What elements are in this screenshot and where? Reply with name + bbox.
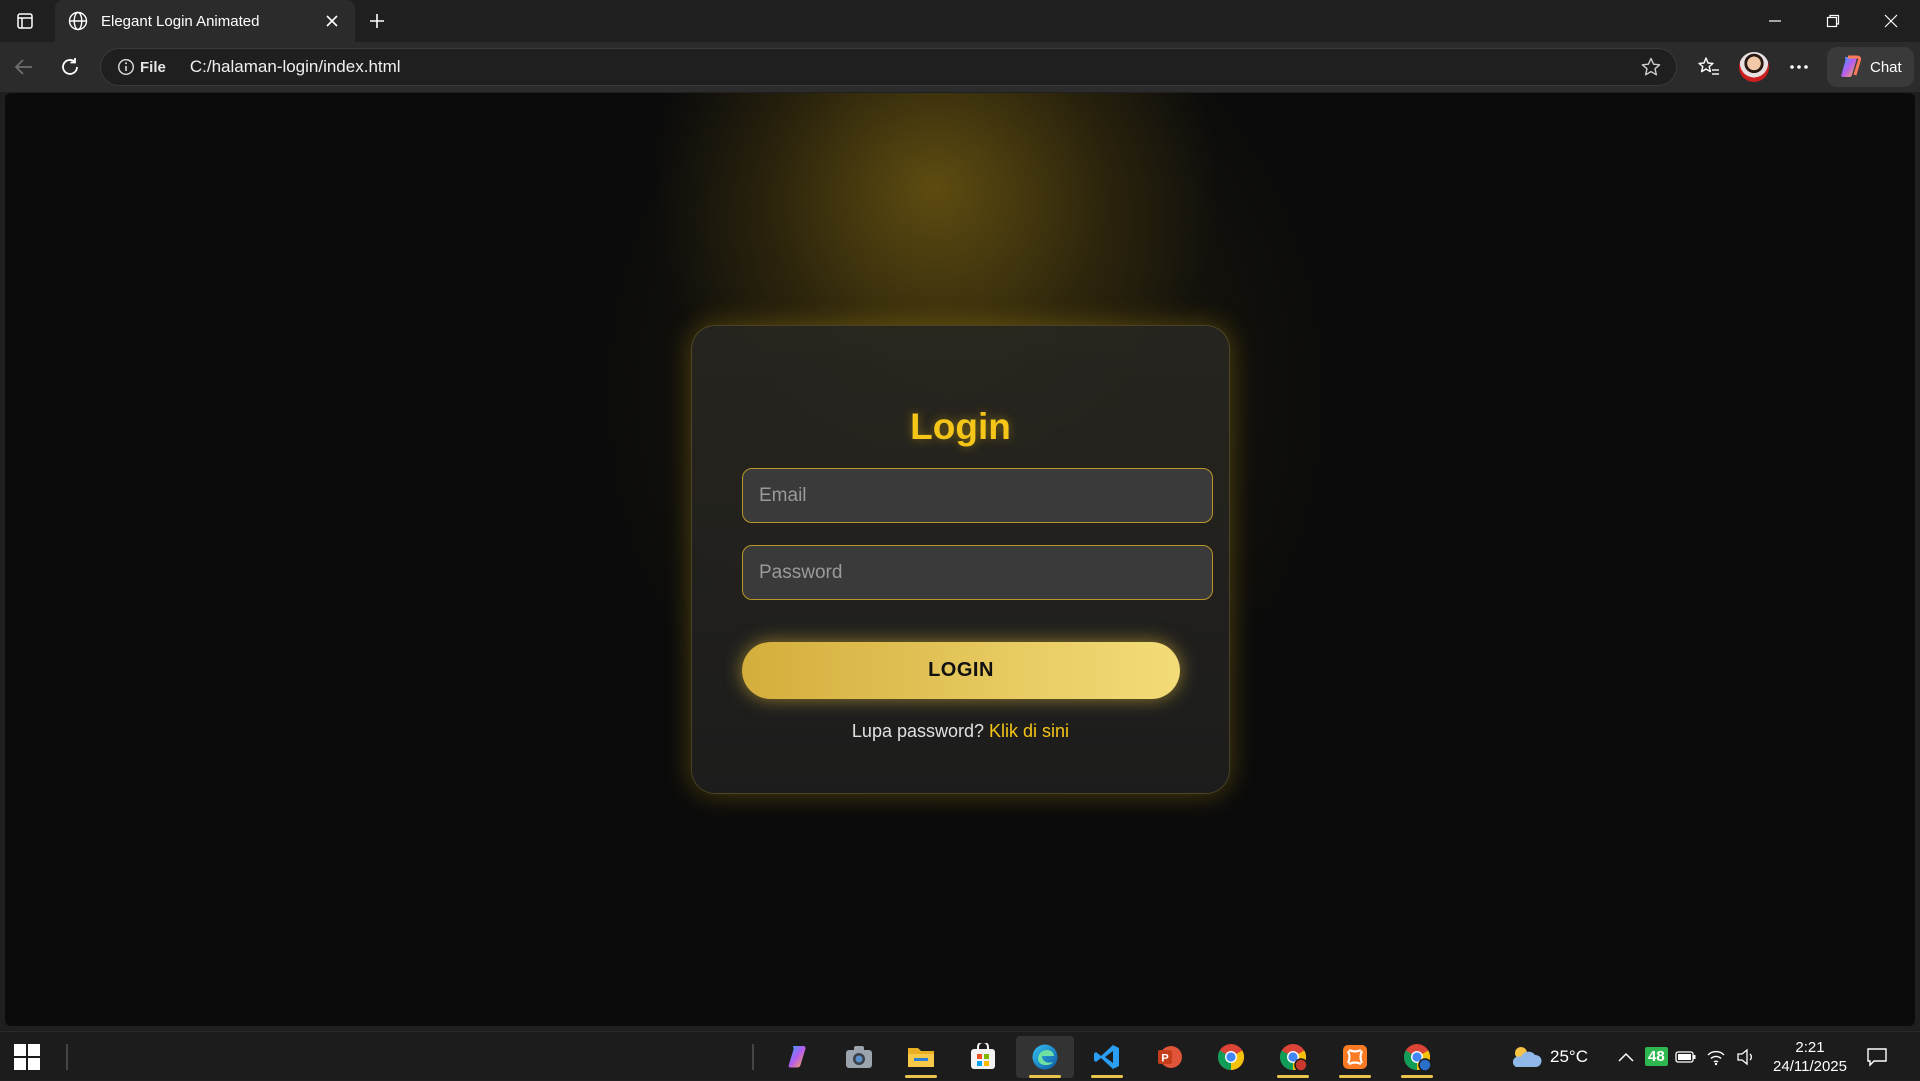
- browser-toolbar: File C:/halaman-login/index.html Chat: [0, 42, 1920, 92]
- taskbar-app-store[interactable]: [954, 1036, 1012, 1078]
- back-button[interactable]: [8, 51, 40, 83]
- windows-logo-icon: [28, 1044, 40, 1056]
- windows-logo-icon: [28, 1058, 40, 1070]
- taskbar-app-edge[interactable]: [1016, 1036, 1074, 1078]
- network-indicator[interactable]: [1706, 1032, 1726, 1081]
- copilot-chat-button[interactable]: Chat: [1827, 47, 1914, 87]
- taskbar: P 25°C 48 2:21 24/11/2025: [0, 1031, 1920, 1080]
- restore-button[interactable]: [1804, 0, 1862, 42]
- running-indicator: [1401, 1075, 1433, 1078]
- clock-time: 2:21: [1795, 1039, 1825, 1056]
- avatar: [1739, 52, 1769, 82]
- taskbar-app-copilot[interactable]: [769, 1036, 827, 1078]
- weather-cloud-icon: [1508, 1043, 1542, 1071]
- store-icon: [969, 1043, 997, 1071]
- reload-button[interactable]: [54, 51, 86, 83]
- taskbar-app-chrome[interactable]: [1202, 1036, 1260, 1078]
- svg-text:P: P: [1161, 1053, 1168, 1065]
- taskbar-app-file-explorer[interactable]: [892, 1036, 950, 1078]
- taskbar-divider: [752, 1044, 754, 1070]
- favorites-button[interactable]: [1693, 51, 1725, 83]
- globe-icon: [67, 10, 89, 32]
- powerpoint-icon: P: [1155, 1043, 1183, 1071]
- info-icon: [117, 58, 135, 76]
- password-input[interactable]: [742, 545, 1213, 600]
- xampp-icon: [1341, 1043, 1369, 1071]
- address-bar[interactable]: File C:/halaman-login/index.html: [100, 48, 1677, 86]
- tab-close-icon[interactable]: [321, 10, 343, 32]
- tab-bar: Elegant Login Animated: [0, 0, 1920, 42]
- login-button[interactable]: LOGIN: [742, 642, 1180, 699]
- weather-temperature: 25°C: [1550, 1046, 1588, 1066]
- running-indicator: [1029, 1075, 1061, 1078]
- login-card: Login LOGIN Lupa password? Klik di sini: [691, 325, 1230, 794]
- site-info-label: File: [140, 58, 166, 76]
- tray-badge-value: 48: [1645, 1047, 1668, 1066]
- edge-icon: [1030, 1042, 1060, 1072]
- battery-icon: [1675, 1050, 1697, 1064]
- forgot-password-prompt: Lupa password?: [851, 721, 985, 741]
- taskbar-app-powerpoint[interactable]: P: [1140, 1036, 1198, 1078]
- file-explorer-icon: [906, 1044, 936, 1070]
- wifi-icon: [1706, 1048, 1726, 1066]
- refresh-icon: [59, 56, 81, 78]
- taskbar-app-vscode[interactable]: [1078, 1036, 1136, 1078]
- favorite-star-icon[interactable]: [1636, 52, 1666, 82]
- running-indicator: [1277, 1075, 1309, 1078]
- notification-icon: [1866, 1047, 1888, 1067]
- taskbar-app-chrome-profile[interactable]: [1264, 1036, 1322, 1078]
- windows-logo-icon: [14, 1044, 26, 1056]
- restore-icon: [1826, 14, 1840, 28]
- copilot-icon: [784, 1043, 812, 1071]
- system-clock[interactable]: 2:21 24/11/2025: [1768, 1038, 1852, 1076]
- window-close-button[interactable]: [1862, 0, 1920, 42]
- speaker-icon: [1736, 1048, 1756, 1066]
- running-indicator: [1339, 1075, 1371, 1078]
- browser-tab[interactable]: Elegant Login Animated: [55, 0, 355, 42]
- page-content: Login LOGIN Lupa password? Klik di sini: [5, 93, 1915, 1026]
- chat-label: Chat: [1870, 58, 1902, 76]
- chrome-profile-icon: [1278, 1042, 1308, 1072]
- battery-indicator[interactable]: [1675, 1032, 1697, 1081]
- start-button[interactable]: [14, 1044, 40, 1070]
- camera-icon: [844, 1044, 874, 1070]
- plus-icon: [368, 12, 386, 30]
- taskbar-app-camera[interactable]: [830, 1036, 888, 1078]
- vscode-icon: [1093, 1043, 1121, 1071]
- tab-title: Elegant Login Animated: [101, 12, 260, 30]
- close-icon: [1884, 14, 1898, 28]
- forgot-password-text: Lupa password? Klik di sini: [692, 721, 1229, 742]
- minimize-button[interactable]: [1746, 0, 1804, 42]
- chrome-profile-2-icon: [1402, 1042, 1432, 1072]
- profile-button[interactable]: [1738, 51, 1770, 83]
- running-indicator: [1091, 1075, 1123, 1078]
- more-button[interactable]: [1783, 51, 1815, 83]
- arrow-left-icon: [13, 56, 35, 78]
- new-tab-button[interactable]: [362, 8, 392, 34]
- tab-actions-button[interactable]: [10, 8, 40, 34]
- windows-logo-icon: [14, 1058, 26, 1070]
- show-hidden-icons-button[interactable]: [1618, 1032, 1634, 1081]
- email-input[interactable]: [742, 468, 1213, 523]
- taskbar-app-xampp[interactable]: [1326, 1036, 1384, 1078]
- forgot-password-link[interactable]: Klik di sini: [989, 721, 1069, 741]
- tray-app-badge[interactable]: 48: [1645, 1032, 1668, 1081]
- copilot-icon: [1837, 54, 1863, 80]
- taskbar-divider: [66, 1044, 68, 1070]
- taskbar-app-chrome-profile-2[interactable]: [1388, 1036, 1446, 1078]
- chevron-up-icon: [1618, 1052, 1634, 1062]
- favorites-icon: [1697, 56, 1721, 78]
- minimize-icon: [1768, 14, 1782, 28]
- weather-widget[interactable]: 25°C: [1508, 1032, 1588, 1081]
- volume-indicator[interactable]: [1736, 1032, 1756, 1081]
- tab-panel-icon: [16, 12, 34, 30]
- url-text[interactable]: C:/halaman-login/index.html: [190, 57, 1636, 77]
- running-indicator: [905, 1075, 937, 1078]
- notification-center-button[interactable]: [1866, 1032, 1888, 1081]
- more-icon: [1789, 64, 1809, 70]
- site-info-button[interactable]: File: [111, 53, 172, 81]
- clock-date: 24/11/2025: [1773, 1058, 1847, 1075]
- login-title: Login: [910, 406, 1011, 447]
- chrome-icon: [1216, 1042, 1246, 1072]
